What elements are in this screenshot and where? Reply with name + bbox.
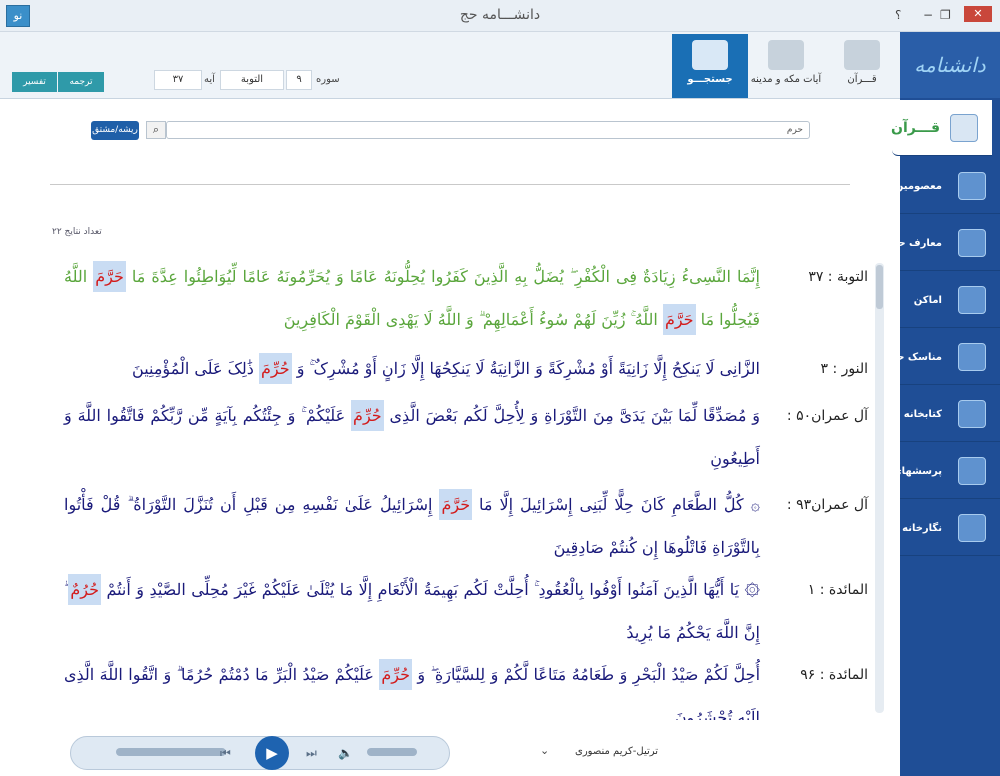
search-icon[interactable]: ⌕	[146, 121, 166, 139]
sidebar-item-label: معصومین	[894, 180, 942, 192]
window-title: دانشـــامه حج	[459, 7, 541, 23]
play-button[interactable]: ▶	[255, 736, 289, 770]
verse-reference: النور : ۳	[820, 361, 868, 377]
next-icon[interactable]: ⏭	[306, 746, 317, 761]
minimize-button[interactable]: −	[923, 8, 933, 22]
mosque-icon	[768, 40, 804, 70]
sidebar-item-label: اماکن	[913, 294, 942, 306]
chevron-down-icon[interactable]: ⌄	[540, 744, 549, 757]
verse-text: إِنَّمَا النَّسِیءُ زِیَادَةٌ فِی الْکُف…	[64, 255, 760, 341]
sidebar-item-faq[interactable]: پرسشهای رایج	[869, 443, 1000, 499]
sidebar-item-label: کتابخانه	[903, 408, 942, 420]
surah-label: سوره	[316, 74, 340, 85]
audio-player: ⏮ ▶ ⏭ 🔈	[70, 730, 450, 774]
verse-text: ۞ یَا أَیُّهَا الَّذِینَ آمَنُوا أَوْفُو…	[64, 568, 760, 654]
results-scrollbar[interactable]	[875, 263, 884, 713]
verse-text: وَ مُصَدِّقًا لِّمَا بَیْنَ یَدَیَّ مِنَ…	[64, 394, 760, 480]
title-bar: نو دانشـــامه حج ؟ ❐ − ✕	[0, 0, 1000, 32]
sidebar-item-label: معارف حج	[891, 237, 942, 249]
match-highlight: حُرُمٌ	[68, 574, 101, 605]
reciter-select[interactable]: ترتیل-کریم منصوری	[575, 746, 658, 757]
faq-icon	[958, 457, 986, 485]
pilgrim-icon	[958, 343, 986, 371]
previous-icon[interactable]: ⏮	[220, 746, 231, 761]
shrine-icon	[958, 172, 986, 200]
tab-mecca-medina[interactable]: آیات مکه و مدینه	[748, 34, 824, 98]
magnifier-book-icon	[692, 40, 728, 70]
gallery-icon	[958, 514, 986, 542]
surah-number-field[interactable]: ۹	[286, 70, 312, 90]
tafsir-button[interactable]: تفسیر	[12, 72, 57, 92]
sidebar-item-places[interactable]: اماکن	[900, 272, 1000, 328]
sidebar: دانشنامه حج قـــرآن معصومین معارف حج اما…	[869, 32, 1000, 776]
volume-icon[interactable]: 🔈	[338, 746, 353, 760]
library-icon	[958, 400, 986, 428]
tab-search-label: جستجـــو	[687, 74, 733, 85]
top-toolbar: قـــرآن آیات مکه و مدینه جستجـــو سوره ۹…	[0, 32, 900, 99]
scrollbar-thumb[interactable]	[876, 265, 883, 309]
verse-text: الزَّانِی لَا یَنکِحُ إِلَّا زَانِیَةً أ…	[64, 347, 760, 390]
match-highlight: حَرَّمَ	[93, 261, 126, 292]
mosque-icon	[958, 286, 986, 314]
match-highlight: حُرِّمَ	[379, 659, 412, 690]
sidebar-item-label: نگارخانه	[902, 522, 942, 534]
verse-reference: المائدة : ۱	[807, 582, 868, 598]
search-input[interactable]: حرم	[166, 121, 810, 139]
root-derivative-button[interactable]: ریشه/مشتق	[91, 121, 139, 140]
sidebar-item-hajj-knowledge[interactable]: معارف حج	[891, 215, 1000, 271]
ayah-number-field[interactable]: ۳۷	[154, 70, 202, 90]
match-highlight: حَرَّمَ	[439, 489, 473, 520]
sidebar-item-masumin[interactable]: معصومین	[895, 158, 1000, 214]
help-button[interactable]: ؟	[895, 8, 901, 22]
verse-text: أُحِلَّ لَکُمْ صَیْدُ الْبَحْرِ وَ طَعَا…	[64, 653, 760, 720]
tab-quran-label: قـــرآن	[847, 74, 877, 85]
sidebar-item-library[interactable]: کتابخانه	[900, 386, 1000, 442]
tab-mecca-medina-label: آیات مکه و مدینه	[750, 74, 822, 85]
verse-reference: التوبة : ۳۷	[808, 269, 868, 285]
restore-button[interactable]: ❐	[940, 8, 951, 22]
seek-bar[interactable]	[116, 748, 226, 756]
close-button[interactable]: ✕	[964, 6, 992, 22]
ayah-label: آیه	[204, 74, 215, 85]
book-icon	[958, 229, 986, 257]
results-count: تعداد نتایج ۲۲	[52, 227, 102, 237]
volume-slider[interactable]	[367, 748, 417, 756]
sidebar-item-label: مناسک حج	[890, 351, 942, 363]
quran-stand-icon	[844, 40, 880, 70]
translation-button[interactable]: ترجمه	[58, 72, 104, 92]
app-logo: دانشنامه حج	[900, 32, 1000, 143]
verse-reference: آل عمران۵۰ :	[786, 408, 868, 424]
tab-search[interactable]: جستجـــو	[672, 34, 748, 98]
match-highlight: حُرِّمَ	[351, 400, 384, 431]
tab-quran[interactable]: قـــرآن	[824, 34, 900, 98]
sidebar-item-quran[interactable]: قـــرآن	[891, 100, 992, 156]
results-list: التوبة : ۳۷ إِنَّمَا النَّسِیءُ زِیَادَة…	[40, 255, 870, 720]
verse-text: ۞ کُلُّ الطَّعَامِ کَانَ حِلًّا لِّبَنِی…	[64, 483, 760, 569]
verse-reference: المائدة : ۹۶	[800, 667, 868, 683]
divider	[50, 184, 850, 185]
sidebar-item-label: قـــرآن	[891, 120, 940, 136]
verse-reference: آل عمران۹۳ :	[786, 497, 868, 513]
sidebar-item-gallery[interactable]: نگارخانه	[900, 500, 1000, 556]
quran-stand-icon	[950, 114, 978, 142]
match-highlight: حَرَّمَ	[662, 304, 696, 335]
match-highlight: حُرِّمَ	[259, 353, 292, 384]
sidebar-item-rituals[interactable]: مناسک حج	[890, 329, 1000, 385]
surah-name-field[interactable]: التوبة	[220, 70, 284, 90]
